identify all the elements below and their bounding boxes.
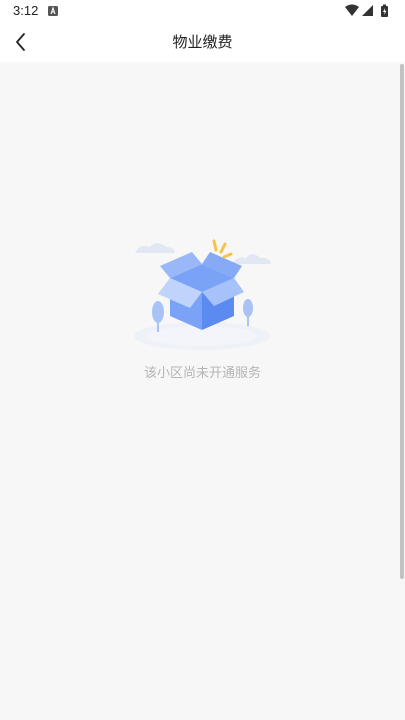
system-status-icons <box>345 4 388 17</box>
open-box-icon <box>134 239 271 350</box>
page-title: 物业缴费 <box>172 33 233 51</box>
wifi-icon <box>345 4 359 16</box>
back-button[interactable] <box>8 28 36 56</box>
scrollbar[interactable] <box>400 64 404 579</box>
signal-icon <box>362 5 373 16</box>
app-bar: 物业缴费 <box>0 22 405 62</box>
empty-state-message: 该小区尚未开通服务 <box>143 366 261 381</box>
status-time: 3:12 <box>13 3 39 18</box>
main-content: 该小区尚未开通服务 <box>0 62 405 720</box>
chevron-left-icon <box>16 33 25 51</box>
battery-charging-icon <box>381 4 388 17</box>
notification-a-icon <box>48 6 58 16</box>
status-bar: 3:12 <box>0 0 405 22</box>
